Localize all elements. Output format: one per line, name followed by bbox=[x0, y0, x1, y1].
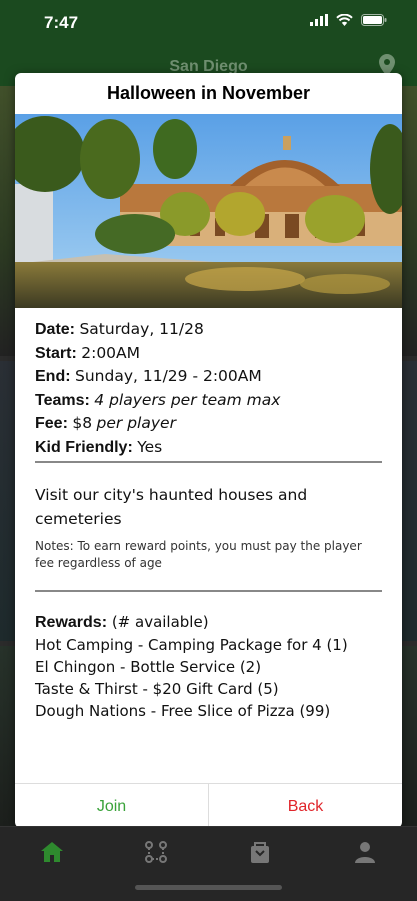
bag-icon bbox=[251, 842, 269, 863]
wifi-icon bbox=[336, 14, 353, 26]
battery-icon bbox=[361, 14, 387, 26]
detail-value: 2:00AM bbox=[81, 343, 141, 362]
home-icon bbox=[41, 842, 63, 862]
status-icons bbox=[310, 14, 387, 26]
detail-label: Kid Friendly: bbox=[35, 438, 133, 456]
modal-title: Halloween in November bbox=[106, 83, 311, 103]
status-bar: 7:47 bbox=[0, 0, 417, 46]
detail-value: 4 players per team max bbox=[94, 390, 281, 409]
detail-kid-friendly: Kid Friendly: Yes bbox=[35, 436, 385, 460]
event-details: Date: Saturday, 11/28 Start: 2:00AM End:… bbox=[35, 318, 385, 459]
reward-item: Hot Camping - Camping Package for 4 (1) bbox=[35, 636, 348, 654]
detail-value: Saturday, 11/28 bbox=[79, 320, 204, 338]
detail-value: $8 bbox=[72, 414, 93, 432]
event-description: Visit our city's haunted houses and ceme… bbox=[35, 486, 308, 528]
detail-end: End: Sunday, 11/29 - 2:00AM bbox=[35, 365, 385, 389]
divider bbox=[35, 590, 382, 592]
detail-label: End: bbox=[35, 368, 71, 385]
detail-value: Yes bbox=[137, 437, 163, 456]
rewards-subtitle: (# available) bbox=[111, 613, 209, 631]
detail-label: Fee: bbox=[35, 415, 68, 432]
detail-label: Teams: bbox=[35, 391, 90, 409]
event-detail-modal: Halloween in November Date: Saturday, 11… bbox=[15, 73, 402, 828]
detail-fee: Fee: $8 per player bbox=[35, 412, 385, 436]
tab-profile[interactable] bbox=[350, 837, 380, 867]
detail-value-suffix: per player bbox=[96, 414, 176, 432]
home-indicator bbox=[135, 885, 282, 890]
route-icon bbox=[145, 841, 167, 863]
event-notes: Notes: To earn reward points, you must p… bbox=[35, 539, 362, 570]
modal-footer: Join Back bbox=[15, 783, 402, 828]
reward-item: El Chingon - Bottle Service (2) bbox=[35, 658, 262, 676]
rewards-section: Rewards: (# available) Hot Camping - Cam… bbox=[35, 611, 385, 722]
detail-label: Start: bbox=[35, 344, 77, 362]
profile-icon bbox=[355, 842, 375, 863]
back-button[interactable]: Back bbox=[209, 784, 402, 828]
reward-item: Taste & Thirst - $20 Gift Card (5) bbox=[35, 680, 279, 698]
status-time: 7:47 bbox=[44, 13, 79, 32]
tab-bag[interactable] bbox=[245, 837, 275, 867]
detail-teams: Teams: 4 players per team max bbox=[35, 389, 385, 413]
event-image bbox=[15, 114, 402, 308]
detail-date: Date: Saturday, 11/28 bbox=[35, 318, 385, 342]
join-button[interactable]: Join bbox=[15, 784, 209, 828]
tab-route[interactable] bbox=[141, 837, 171, 867]
detail-label: Date: bbox=[35, 321, 76, 338]
rewards-heading: Rewards: (# available) bbox=[35, 611, 385, 634]
detail-start: Start: 2:00AM bbox=[35, 342, 385, 366]
divider bbox=[35, 461, 382, 463]
detail-value: Sunday, 11/29 - 2:00AM bbox=[75, 367, 262, 385]
signal-icon bbox=[310, 14, 328, 26]
tab-home[interactable] bbox=[37, 837, 67, 867]
rewards-label: Rewards: bbox=[35, 614, 108, 631]
reward-item: Dough Nations - Free Slice of Pizza (99) bbox=[35, 702, 331, 720]
